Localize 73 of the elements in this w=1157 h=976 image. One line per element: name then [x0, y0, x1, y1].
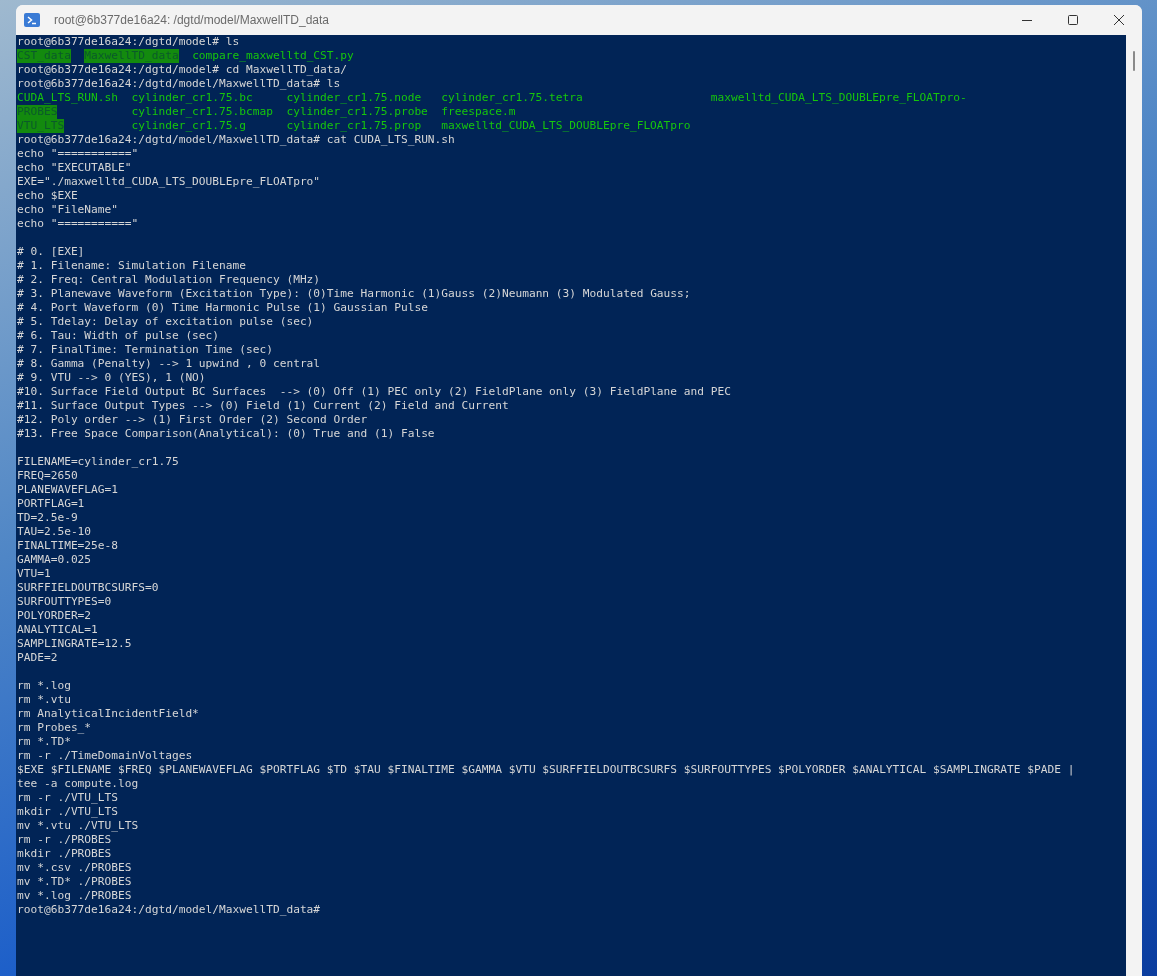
terminal-line: tee -a compute.log: [17, 777, 139, 791]
terminal-line: TD=2.5e-9: [17, 511, 78, 525]
terminal-line: #10. Surface Field Output BC Surfaces --> (0) Off (1) PEC only (2) FieldPlane only (3) FieldPlane and PEC: [17, 385, 731, 399]
terminal-line: rm *.TD*: [17, 735, 71, 749]
terminal-line: mv *.TD* ./PROBES: [17, 875, 132, 889]
terminal-line: rm Probes_*: [17, 721, 92, 735]
window-title: root@6b377de16a24: /dgtd/model/MaxwellTD_data: [54, 13, 330, 27]
terminal-line: mv *.vtu ./VTU_LTS: [17, 819, 139, 833]
file-name: cylinder_cr1.75.probe: [286, 105, 428, 119]
terminal-line: # 7. FinalTime: Termination Time (sec): [17, 343, 273, 357]
terminal-line: # 5. Tdelay: Delay of excitation pulse (sec): [17, 315, 314, 329]
terminal-line: rm -r ./VTU_LTS: [17, 791, 119, 805]
terminal-line: ANALYTICAL=1: [17, 623, 98, 637]
terminal-line: # 0. [EXE]: [17, 245, 85, 259]
terminal-icon: [24, 12, 40, 28]
terminal-line: rm -r ./PROBES: [17, 833, 112, 847]
file-name: cylinder_cr1.75.node: [286, 91, 422, 105]
terminal-line: SURFFIELDOUTBCSURFS=0: [17, 581, 159, 595]
file-name: maxwelltd_CUDA_LTS_DOUBLEpre_FLOATpro-: [710, 91, 967, 105]
terminal-line: PADE=2: [17, 651, 58, 665]
terminal-line: rm -r ./TimeDomainVoltages: [17, 749, 193, 763]
terminal-line: mkdir ./VTU_LTS: [17, 805, 119, 819]
terminal-line: # 3. Planewave Waveform (Excitation Type): (0)Time Harmonic (1)Gauss (2)Neumann (3) Modulated Gauss;: [17, 287, 691, 301]
file-name: freespace.m: [441, 105, 516, 119]
terminal-line: # 6. Tau: Width of pulse (sec): [17, 329, 220, 343]
terminal-line: # 4. Port Waveform (0) Time Harmonic Pulse (1) Gaussian Pulse: [17, 301, 428, 315]
terminal-line: GAMMA=0.025: [17, 553, 92, 567]
terminal-line: rm *.vtu: [17, 693, 71, 707]
maximize-icon: [1066, 14, 1079, 26]
terminal-line: root@6b377de16a24:/dgtd/model/MaxwellTD_data# ls: [17, 77, 341, 91]
terminal-line: #11. Surface Output Types --> (0) Field (1) Current (2) Field and Current: [17, 399, 509, 413]
file-name: cylinder_cr1.75.g: [131, 119, 246, 133]
close-icon: [1112, 14, 1125, 26]
terminal-line: echo "EXECUTABLE": [17, 161, 132, 175]
terminal-line: root@6b377de16a24:/dgtd/model/MaxwellTD_data# cat CUDA_LTS_RUN.sh: [17, 133, 455, 147]
terminal-line: EXE="./maxwelltd_CUDA_LTS_DOUBLEpre_FLOATpro": [17, 175, 321, 189]
file-name: cylinder_cr1.75.bcmap: [131, 105, 273, 119]
terminal-line: echo $EXE: [17, 189, 78, 203]
terminal-line: FINALTIME=25e-8: [17, 539, 119, 553]
terminal-line: echo "===========": [17, 217, 139, 231]
terminal-line: PLANEWAVEFLAG=1: [17, 483, 119, 497]
terminal-line: echo "===========": [17, 147, 139, 161]
file-name: cylinder_cr1.75.tetra: [441, 91, 583, 105]
terminal-line: SAMPLINGRATE=12.5: [17, 637, 132, 651]
file-name: cylinder_cr1.75.prop: [286, 119, 422, 133]
terminal-line: # 8. Gamma (Penalty) --> 1 upwind , 0 central: [17, 357, 321, 371]
terminal-line: $EXE $FILENAME $FREQ $PLANEWAVEFLAG $PORTFLAG $TD $TAU $FINALTIME $GAMMA $VTU $SURFFIELDOUTBCSURFS $SURFOUTTYPES $POLYORDER $ANALYTICAL $SAMPLINGRATE $PADE |: [17, 763, 1075, 777]
terminal-line: SURFOUTTYPES=0: [17, 595, 112, 609]
terminal-line: rm AnalyticalIncidentField*: [17, 707, 199, 721]
file-name: maxwelltd_CUDA_LTS_DOUBLEpre_FLOATpro: [441, 119, 691, 133]
terminal-line: FREQ=2650: [17, 469, 78, 483]
terminal-line: mv *.log ./PROBES: [17, 889, 132, 903]
terminal-line: root@6b377de16a24:/dgtd/model/MaxwellTD_data#: [17, 903, 321, 917]
terminal-line: # 2. Freq: Central Modulation Frequency (MHz): [17, 273, 321, 287]
scrollbar-thumb[interactable]: [1133, 51, 1135, 71]
terminal-line: # 1. Filename: Simulation Filename: [17, 259, 246, 273]
terminal-line: echo "FileName": [17, 203, 119, 217]
terminal-line: #12. Poly order --> (1) First Order (2) Second Order: [17, 413, 368, 427]
terminal-line: FILENAME=cylinder_cr1.75: [17, 455, 179, 469]
file-name: CUDA_LTS_RUN.sh: [17, 91, 119, 105]
terminal-line: rm *.log: [17, 679, 71, 693]
file-name: cylinder_cr1.75.bc: [131, 91, 253, 105]
terminal-line: mv *.csv ./PROBES: [17, 861, 132, 875]
terminal-line: root@6b377de16a24:/dgtd/model# cd MaxwellTD_data/: [17, 63, 348, 77]
terminal-line: root@6b377de16a24:/dgtd/model# ls: [17, 35, 240, 49]
terminal-line: #13. Free Space Comparison(Analytical): (0) True and (1) False: [17, 427, 435, 441]
file-name: compare_maxwelltd_CST.py: [192, 49, 354, 63]
terminal-line: # 9. VTU --> 0 (YES), 1 (NO): [17, 371, 206, 385]
terminal-line: POLYORDER=2: [17, 609, 92, 623]
terminal-line: PORTFLAG=1: [17, 497, 85, 511]
terminal-line: VTU=1: [17, 567, 51, 581]
terminal-line: TAU=2.5e-10: [17, 525, 92, 539]
terminal-line: mkdir ./PROBES: [17, 847, 112, 861]
